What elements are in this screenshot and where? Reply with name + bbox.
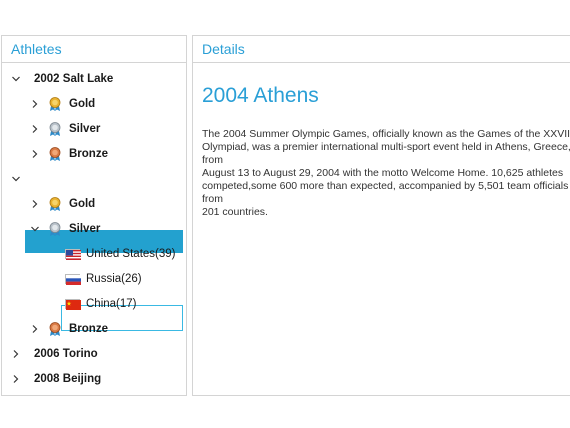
chevron-right-icon[interactable] — [29, 148, 41, 160]
china-flag-icon — [65, 298, 81, 310]
details-heading: 2004 Athens — [202, 84, 319, 107]
details-description: The 2004 Summer Olympic Games, officiall… — [202, 128, 570, 218]
tree-node-gold[interactable]: Gold — [29, 91, 95, 116]
athletes-panel-title: Athletes — [2, 36, 186, 63]
tree-node-label: Bronze — [69, 147, 108, 160]
tree-node-united-states[interactable]: United States(39) — [65, 241, 176, 266]
gold-medal-icon — [47, 196, 63, 212]
chevron-down-icon[interactable] — [10, 173, 22, 185]
tree-node-label: 2002 Salt Lake — [34, 72, 114, 85]
chevron-down-icon[interactable] — [29, 223, 41, 235]
chevron-right-icon[interactable] — [29, 123, 41, 135]
bronze-medal-icon — [47, 321, 63, 337]
tree-node-label: China(17) — [86, 297, 137, 310]
silver-medal-icon — [47, 121, 63, 137]
tree-node-label: United States(39) — [86, 247, 176, 260]
chevron-right-icon[interactable] — [10, 373, 22, 385]
details-panel: Details 2004 Athens The 2004 Summer Olym… — [192, 35, 570, 396]
tree-node-gold[interactable]: Gold — [29, 191, 95, 216]
tree-node-bronze[interactable]: Bronze — [29, 141, 108, 166]
tree-node-russia[interactable]: Russia(26) — [65, 266, 142, 291]
tree-node-silver[interactable]: Silver — [29, 116, 100, 141]
tree-node-label: 2004 Athens — [35, 172, 103, 184]
tree-node-label: Silver — [69, 122, 101, 135]
tree-node-2008-beijing[interactable]: 2008 Beijing — [10, 366, 101, 391]
bronze-medal-icon — [47, 146, 63, 162]
russia-flag-icon — [65, 273, 81, 285]
tree-node-label: Gold — [69, 197, 96, 210]
tree-node-label: Bronze — [69, 322, 108, 335]
athletes-panel: Athletes 2002 Salt Lake Gold Silver Bron… — [1, 35, 187, 396]
tree-node-2004-athens-label-area[interactable]: 2004 Athens — [25, 167, 183, 190]
tree-node-label: Silver — [69, 222, 101, 235]
chevron-right-icon[interactable] — [29, 98, 41, 110]
tree-node-label: 2006 Torino — [34, 347, 98, 360]
tree-node-bronze[interactable]: Bronze — [29, 316, 108, 341]
tree-node-label: Gold — [69, 97, 96, 110]
chevron-right-icon[interactable] — [29, 323, 41, 335]
tree-node-2004-athens[interactable] — [10, 166, 22, 191]
us-flag-icon — [65, 248, 81, 260]
tree-node-china[interactable]: China(17) — [65, 291, 137, 316]
chevron-right-icon[interactable] — [29, 198, 41, 210]
tree-node-label: Russia(26) — [86, 272, 142, 285]
tree-node-2002-salt-lake[interactable]: 2002 Salt Lake — [10, 66, 113, 91]
tree-node-label: 2008 Beijing — [34, 372, 102, 385]
details-panel-title: Details — [193, 36, 570, 63]
tree-node-silver[interactable]: Silver — [29, 216, 100, 241]
gold-medal-icon — [47, 96, 63, 112]
tree-node-2006-torino[interactable]: 2006 Torino — [10, 341, 98, 366]
chevron-right-icon[interactable] — [10, 348, 22, 360]
silver-medal-icon — [47, 221, 63, 237]
chevron-down-icon[interactable] — [10, 73, 22, 85]
